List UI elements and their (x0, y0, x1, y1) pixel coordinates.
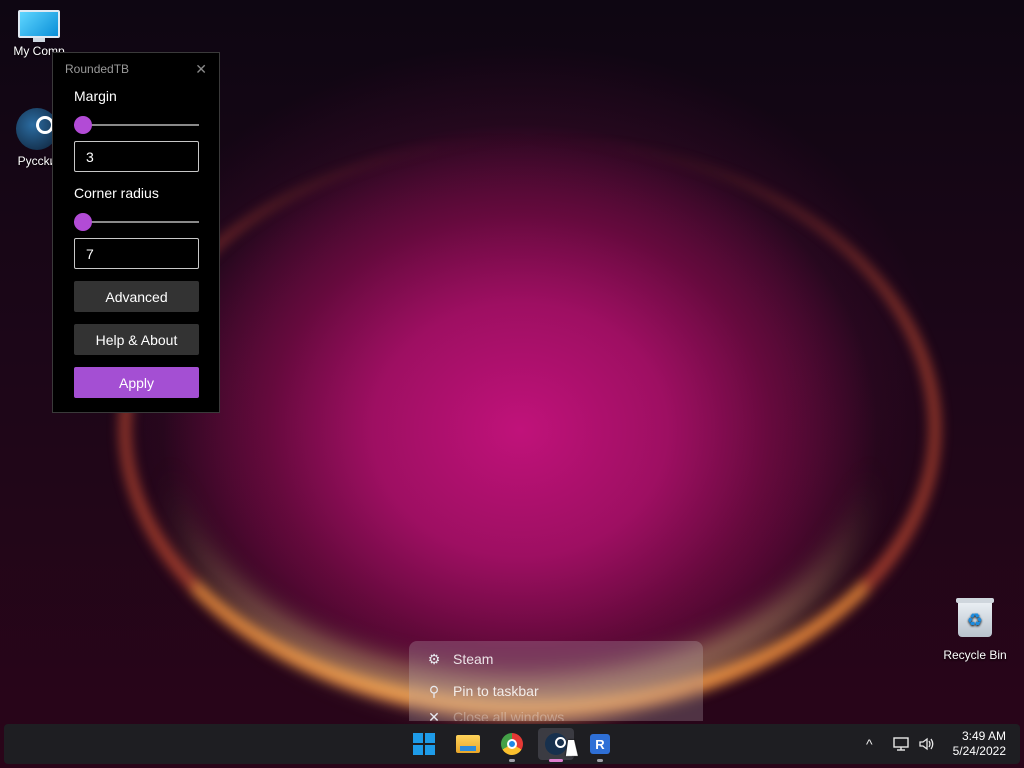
close-icon[interactable]: ✕ (195, 61, 207, 78)
network-icon (893, 737, 909, 751)
jump-list-item-steam[interactable]: ⚙ Steam (409, 643, 703, 675)
clock[interactable]: 3:49 AM 5/24/2022 (953, 729, 1006, 759)
desktop-icon-my-computer[interactable]: My Comp (4, 10, 74, 58)
jump-list-item-pin[interactable]: ⚲ Pin to taskbar (409, 675, 703, 707)
close-icon: ✕ (428, 708, 440, 722)
wallpaper-glow-core (170, 200, 870, 710)
jump-list-label: Pin to taskbar (453, 683, 539, 699)
monitor-icon (18, 10, 60, 42)
jump-list-label: Close all windows (453, 709, 565, 721)
taskbar-roundedtb[interactable]: R (582, 728, 618, 762)
running-indicator (597, 759, 603, 762)
windows-start-icon (413, 733, 435, 755)
margin-slider-thumb[interactable] (74, 116, 92, 134)
running-indicator (549, 759, 563, 762)
clock-time: 3:49 AM (961, 729, 1006, 743)
margin-input[interactable] (74, 141, 199, 172)
margin-slider[interactable] (74, 115, 199, 135)
folder-icon (456, 735, 480, 753)
show-hidden-icons-button[interactable]: ^ (866, 724, 873, 764)
title-bar[interactable]: RoundedTB ✕ (53, 53, 219, 85)
advanced-button[interactable]: Advanced (74, 281, 199, 312)
roundedtb-icon: R (590, 734, 610, 754)
corner-radius-slider[interactable] (74, 212, 199, 232)
clock-date: 5/24/2022 (952, 744, 1006, 758)
start-button[interactable] (406, 728, 442, 760)
apply-button[interactable]: Apply (74, 367, 199, 398)
recycle-bin-icon: ♻ (956, 598, 994, 638)
chevron-up-icon: ^ (866, 736, 873, 752)
network-button[interactable] (892, 724, 910, 764)
jump-list-item-close-all[interactable]: ✕ Close all windows (409, 707, 703, 722)
window-title: RoundedTB (65, 62, 130, 76)
steam-icon (545, 733, 567, 755)
help-about-button[interactable]: Help & About (74, 324, 199, 355)
jump-list-label: Steam (453, 651, 494, 667)
running-indicator (509, 759, 515, 762)
corner-radius-slider-thumb[interactable] (74, 213, 92, 231)
pin-icon: ⚲ (428, 682, 440, 699)
margin-label: Margin (74, 88, 117, 104)
corner-radius-input[interactable] (74, 238, 199, 269)
steam-icon: ⚙ (427, 650, 441, 667)
roundedtb-window: RoundedTB ✕ Margin Corner radius Advance… (52, 52, 220, 413)
taskbar-chrome[interactable] (494, 728, 530, 762)
desktop-icon-recycle-bin[interactable]: ♻ Recycle Bin (940, 598, 1010, 662)
volume-icon (919, 737, 934, 751)
taskbar-file-explorer[interactable] (450, 728, 486, 760)
mouse-cursor (565, 740, 581, 756)
taskbar-jump-list: ⚙ Steam ⚲ Pin to taskbar ✕ Close all win… (409, 641, 703, 721)
volume-button[interactable] (918, 724, 936, 764)
desktop-icon-label: Recycle Bin (943, 648, 1007, 662)
chrome-icon (501, 733, 523, 755)
corner-radius-label: Corner radius (74, 185, 159, 201)
taskbar: R ^ 3:49 AM 5/24/2022 (4, 724, 1020, 764)
